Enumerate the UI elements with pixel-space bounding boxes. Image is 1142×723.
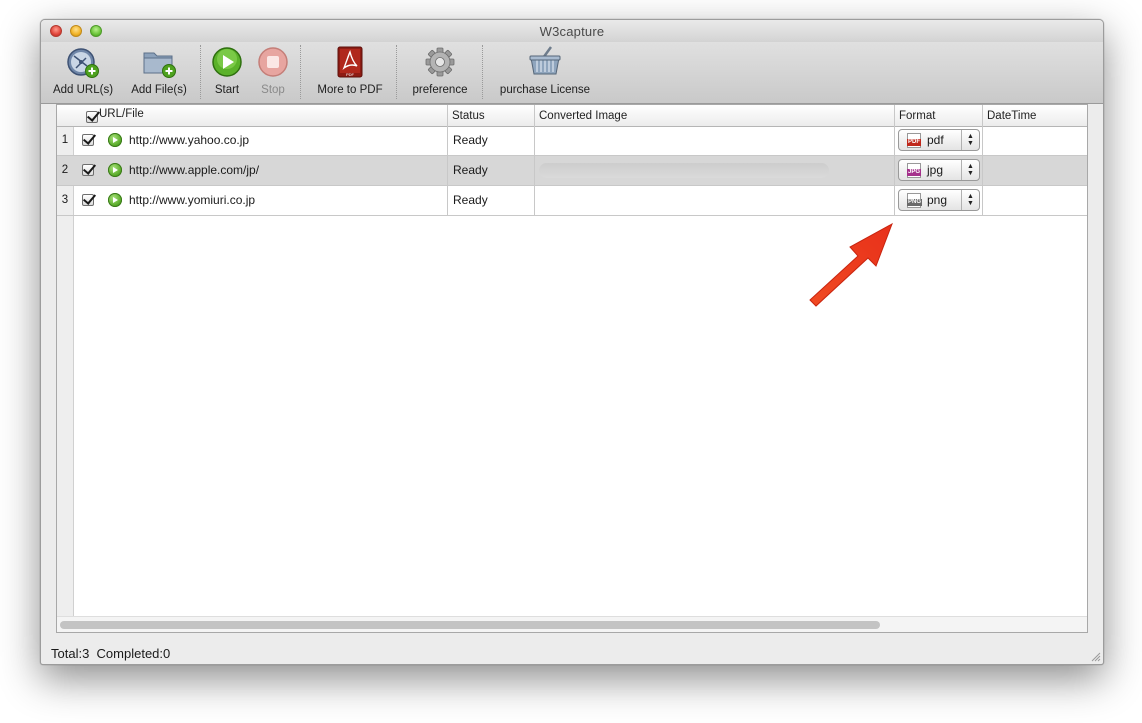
row-number: 1 bbox=[61, 134, 69, 146]
row-url: http://www.yomiuri.co.jp bbox=[129, 193, 256, 207]
start-label: Start bbox=[214, 84, 240, 96]
row-converted-image bbox=[534, 126, 894, 155]
play-icon[interactable] bbox=[108, 193, 122, 207]
row-checkbox[interactable] bbox=[82, 194, 94, 206]
start-button[interactable]: Start bbox=[207, 44, 247, 96]
format-select[interactable]: PDF pdf ▲ ▼ bbox=[898, 129, 980, 151]
resize-grip-icon[interactable] bbox=[1091, 652, 1101, 662]
add-urls-button[interactable]: Add URL(s) bbox=[45, 44, 121, 96]
window-title: W3capture bbox=[539, 24, 605, 39]
title-bar: W3capture bbox=[41, 20, 1103, 42]
format-select[interactable]: JPG jpg ▲ ▼ bbox=[898, 159, 980, 181]
row-format-cell: PDF pdf ▲ ▼ bbox=[894, 126, 982, 155]
format-select-value: jpg bbox=[927, 163, 944, 177]
row-number: 3 bbox=[61, 194, 69, 206]
status-bar: Total:3 Completed:0 bbox=[51, 646, 170, 661]
stepper-arrows-icon: ▲ ▼ bbox=[961, 190, 979, 210]
jpg-file-icon: JPG bbox=[907, 163, 922, 178]
app-window: W3capture Add URL(s) Add File(s) Start S… bbox=[40, 19, 1104, 665]
column-header-converted-image[interactable]: Converted Image bbox=[534, 105, 894, 126]
table-row[interactable]: 3 http://www.yomiuri.co.jp Ready PNG png… bbox=[57, 186, 1087, 216]
add-files-label: Add File(s) bbox=[131, 84, 187, 96]
stop-label: Stop bbox=[261, 84, 285, 96]
toolbar-separator bbox=[482, 45, 483, 99]
row-converted-image bbox=[534, 156, 894, 185]
more-to-pdf-label: More to PDF bbox=[317, 84, 383, 96]
row-url: http://www.yahoo.co.jp bbox=[129, 133, 250, 147]
pdf-file-icon: PDF bbox=[907, 133, 921, 148]
row-checkbox[interactable] bbox=[82, 134, 94, 146]
play-icon bbox=[209, 44, 245, 80]
column-header-url[interactable]: URL/File bbox=[82, 105, 449, 126]
row-format-cell: PNG png ▲ ▼ bbox=[894, 186, 982, 215]
column-header-status[interactable]: Status bbox=[447, 105, 535, 126]
format-select-value: pdf bbox=[927, 133, 944, 147]
row-url: http://www.apple.com/jp/ bbox=[129, 163, 260, 177]
horizontal-scrollbar[interactable] bbox=[57, 616, 1087, 632]
progress-bar bbox=[539, 163, 829, 178]
row-datetime bbox=[982, 156, 1089, 185]
job-table: URL/File Status Converted Image Format D… bbox=[56, 104, 1088, 633]
row-checkbox[interactable] bbox=[82, 164, 94, 176]
table-row[interactable]: 1 http://www.yahoo.co.jp Ready PDF pdf ▲… bbox=[57, 126, 1087, 156]
gear-icon bbox=[422, 44, 458, 80]
row-datetime bbox=[982, 186, 1089, 215]
column-header-datetime[interactable]: DateTime bbox=[982, 105, 1089, 126]
preference-label: preference bbox=[412, 84, 468, 96]
add-files-button[interactable]: Add File(s) bbox=[125, 44, 193, 96]
toolbar-separator bbox=[300, 45, 301, 99]
play-icon[interactable] bbox=[108, 163, 122, 177]
toolbar-separator bbox=[396, 45, 397, 99]
stepper-arrows-icon: ▲ ▼ bbox=[961, 130, 979, 150]
scrollbar-thumb[interactable] bbox=[60, 621, 880, 629]
row-status: Ready bbox=[447, 186, 534, 215]
basket-icon bbox=[527, 44, 563, 80]
stop-icon bbox=[255, 44, 291, 80]
folder-add-icon bbox=[141, 44, 177, 80]
table-row[interactable]: 2 http://www.apple.com/jp/ Ready JPG jpg… bbox=[57, 156, 1087, 186]
stepper-arrows-icon: ▲ ▼ bbox=[961, 160, 979, 180]
purchase-license-label: purchase License bbox=[499, 84, 591, 96]
total-count: Total:3 bbox=[51, 646, 90, 661]
toolbar: Add URL(s) Add File(s) Start Stop PDF Mo… bbox=[41, 42, 1103, 104]
completed-count: Completed:0 bbox=[96, 646, 171, 661]
svg-text:PDF: PDF bbox=[346, 72, 355, 77]
preference-button[interactable]: preference bbox=[407, 44, 473, 96]
more-to-pdf-button[interactable]: PDF More to PDF bbox=[311, 44, 389, 96]
globe-add-icon bbox=[65, 44, 101, 80]
row-status: Ready bbox=[447, 156, 534, 185]
select-all-checkbox[interactable] bbox=[86, 111, 98, 123]
add-urls-label: Add URL(s) bbox=[52, 84, 114, 96]
row-number: 2 bbox=[61, 164, 69, 176]
table-header: URL/File Status Converted Image Format D… bbox=[57, 105, 1087, 127]
pdf-icon: PDF bbox=[332, 44, 368, 80]
row-status: Ready bbox=[447, 126, 534, 155]
row-converted-image bbox=[534, 186, 894, 215]
column-header-format[interactable]: Format bbox=[894, 105, 983, 126]
format-select[interactable]: PNG png ▲ ▼ bbox=[898, 189, 980, 211]
purchase-license-button[interactable]: purchase License bbox=[497, 44, 593, 96]
stop-button[interactable]: Stop bbox=[253, 44, 293, 96]
png-file-icon: PNG bbox=[907, 193, 923, 208]
row-format-cell: JPG jpg ▲ ▼ bbox=[894, 156, 982, 185]
format-select-value: png bbox=[927, 193, 948, 207]
toolbar-separator bbox=[200, 45, 201, 99]
column-header-url-label: URL/File bbox=[99, 108, 144, 120]
play-icon[interactable] bbox=[108, 133, 122, 147]
row-datetime bbox=[982, 126, 1089, 155]
